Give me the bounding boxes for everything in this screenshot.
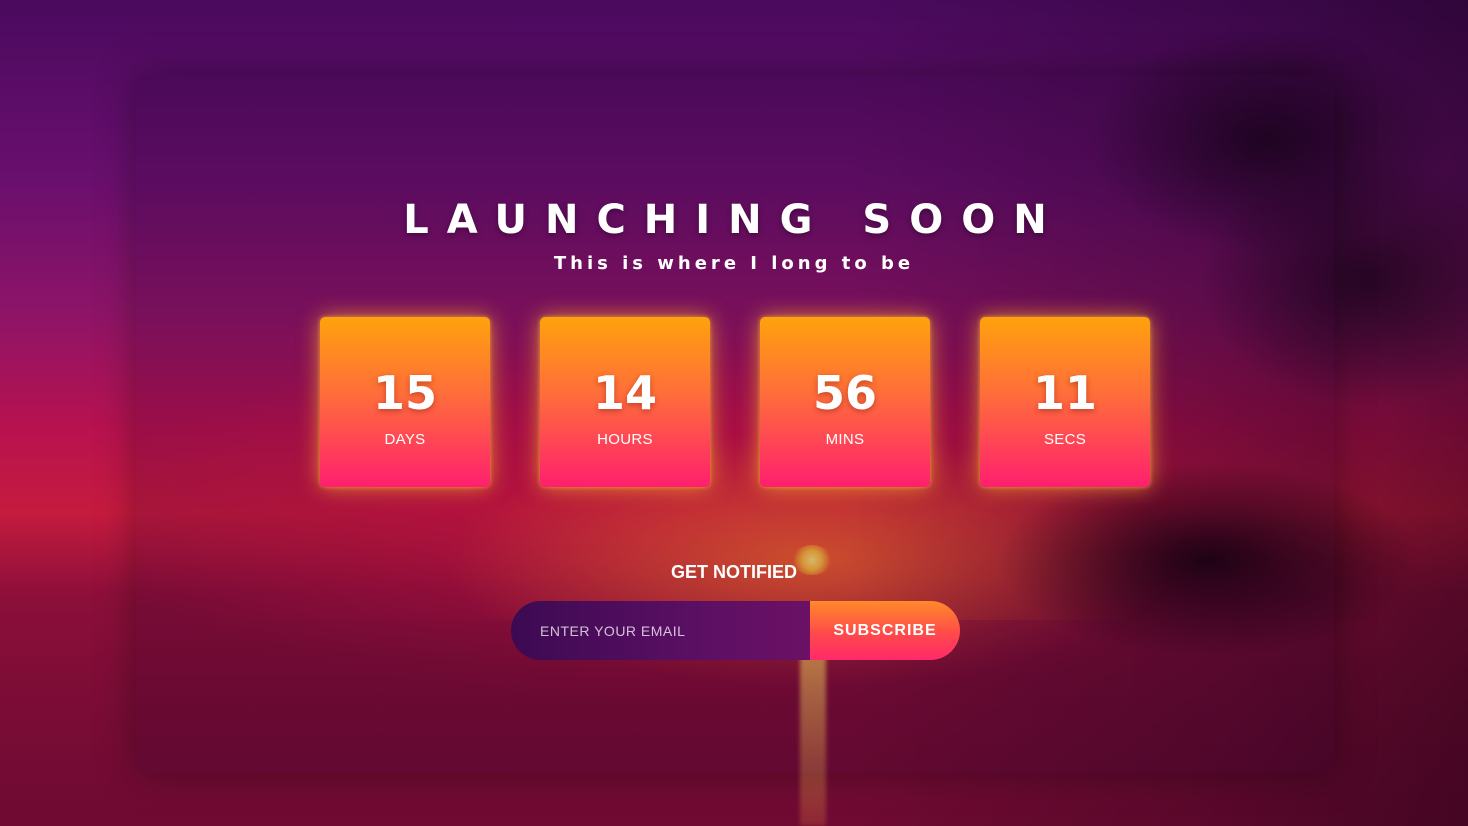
countdown-secs: 11 SECS	[980, 317, 1150, 487]
countdown-hours-value: 14	[592, 366, 657, 420]
countdown-secs-value: 11	[1032, 366, 1097, 420]
countdown-days-label: DAYS	[384, 431, 426, 448]
subscribe-button[interactable]: SUBSCRIBE	[810, 601, 960, 660]
email-input[interactable]	[511, 601, 811, 660]
countdown-days-value: 15	[372, 366, 437, 420]
page-subtitle: This is where I long to be	[553, 253, 915, 274]
countdown-secs-label: SECS	[1043, 431, 1087, 448]
notify-heading: GET NOTIFIED	[671, 562, 797, 582]
countdown-hours: 14 HOURS	[540, 317, 710, 487]
page-title: LAUNCHING SOON	[403, 197, 1065, 243]
countdown-days: 15 DAYS	[320, 317, 490, 487]
countdown-hours-label: HOURS	[597, 431, 653, 448]
countdown: 15 DAYS 14 HOURS 56 MINS 11 SECS	[320, 317, 1150, 487]
countdown-mins-value: 56	[812, 366, 877, 420]
countdown-mins: 56 MINS	[760, 317, 930, 487]
subscribe-form: SUBSCRIBE	[511, 601, 960, 660]
countdown-mins-label: MINS	[825, 431, 865, 448]
